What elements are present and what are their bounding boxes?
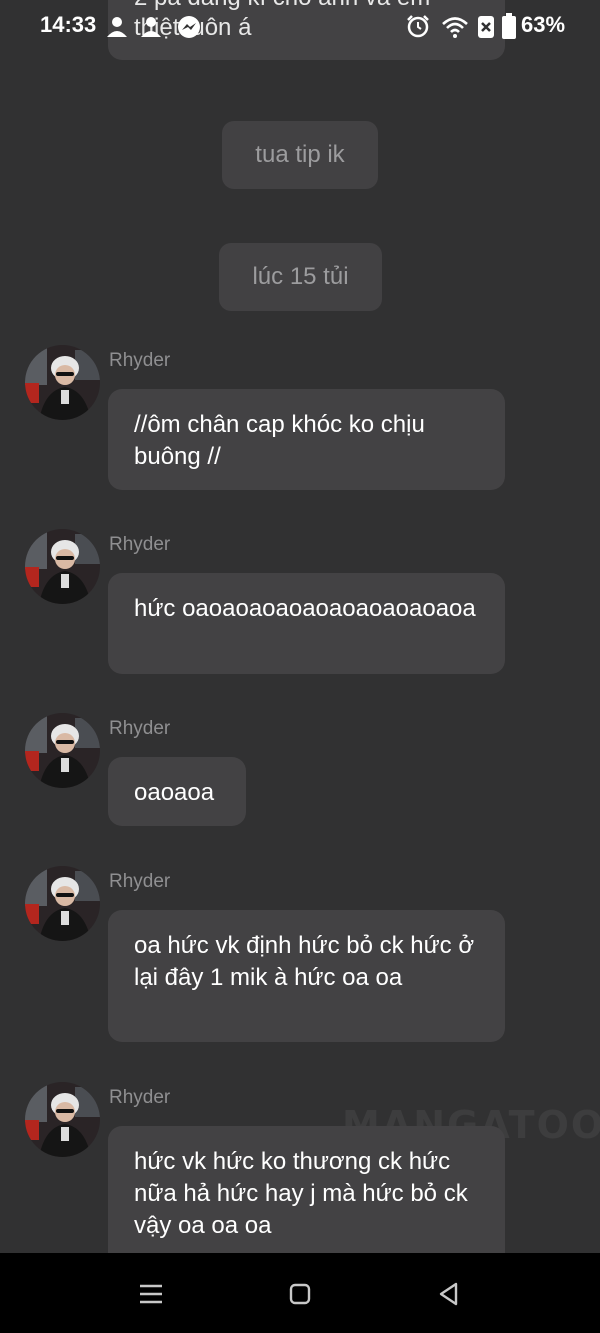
message-text: //ôm chân cap khóc ko chịu buông // bbox=[134, 411, 425, 470]
avatar[interactable] bbox=[25, 866, 100, 941]
narration-text: tua tip ik bbox=[255, 141, 345, 168]
battery-percent: 63% bbox=[521, 12, 566, 37]
avatar-image bbox=[25, 345, 100, 420]
avatar[interactable] bbox=[25, 345, 100, 420]
message-bubble: oa hức vk định hức bỏ ck hức ở lại đây 1… bbox=[108, 910, 505, 1042]
sender-name: Rhyder bbox=[109, 718, 171, 739]
avatar-image bbox=[25, 1082, 100, 1157]
avatar[interactable] bbox=[25, 1082, 100, 1157]
message-bubble: //ôm chân cap khóc ko chịu buông // bbox=[108, 389, 505, 490]
narration-bubble: lúc 15 tủi bbox=[219, 243, 382, 311]
avatar[interactable] bbox=[25, 713, 100, 788]
sim-x-icon bbox=[478, 16, 494, 38]
wifi-icon bbox=[442, 17, 468, 38]
person-icon bbox=[141, 17, 161, 37]
sender-name: Rhyder bbox=[109, 350, 171, 371]
person-icon bbox=[107, 17, 127, 37]
home-icon[interactable] bbox=[285, 1279, 315, 1309]
battery-icon bbox=[502, 13, 516, 39]
back-icon[interactable] bbox=[434, 1279, 464, 1309]
narration-bubble: tua tip ik bbox=[222, 121, 378, 189]
message-bubble: hức vk hức ko thương ck hức nữa hả hức h… bbox=[108, 1126, 505, 1253]
message-text: oaoaoa bbox=[134, 779, 215, 806]
chat-area[interactable]: 2 pà đăng kí cho anh và em thiệt luôn á … bbox=[0, 0, 600, 1253]
messenger-icon bbox=[178, 16, 200, 38]
status-bar: 14:33 63% bbox=[0, 0, 600, 52]
avatar-image bbox=[25, 713, 100, 788]
message-bubble: hức oaoaoaoaoaoaoaoaoaoaoa bbox=[108, 573, 505, 674]
navigation-bar bbox=[0, 1253, 600, 1333]
avatar-image bbox=[25, 866, 100, 941]
message-text: hức vk hức ko thương ck hức nữa hả hức h… bbox=[134, 1148, 468, 1239]
avatar[interactable] bbox=[25, 529, 100, 604]
avatar-image bbox=[25, 529, 100, 604]
menu-icon[interactable] bbox=[136, 1279, 166, 1309]
narration-text: lúc 15 tủi bbox=[252, 263, 349, 290]
message-bubble: oaoaoa bbox=[108, 757, 246, 826]
alarm-icon bbox=[407, 15, 429, 38]
message-text: oa hức vk định hức bỏ ck hức ở lại đây 1… bbox=[134, 932, 475, 991]
sender-name: Rhyder bbox=[109, 871, 171, 892]
message-text: hức oaoaoaoaoaoaoaoaoaoaoa bbox=[134, 595, 476, 622]
sender-name: Rhyder bbox=[109, 534, 171, 555]
status-time: 14:33 bbox=[40, 12, 97, 37]
sender-name: Rhyder bbox=[109, 1087, 171, 1108]
